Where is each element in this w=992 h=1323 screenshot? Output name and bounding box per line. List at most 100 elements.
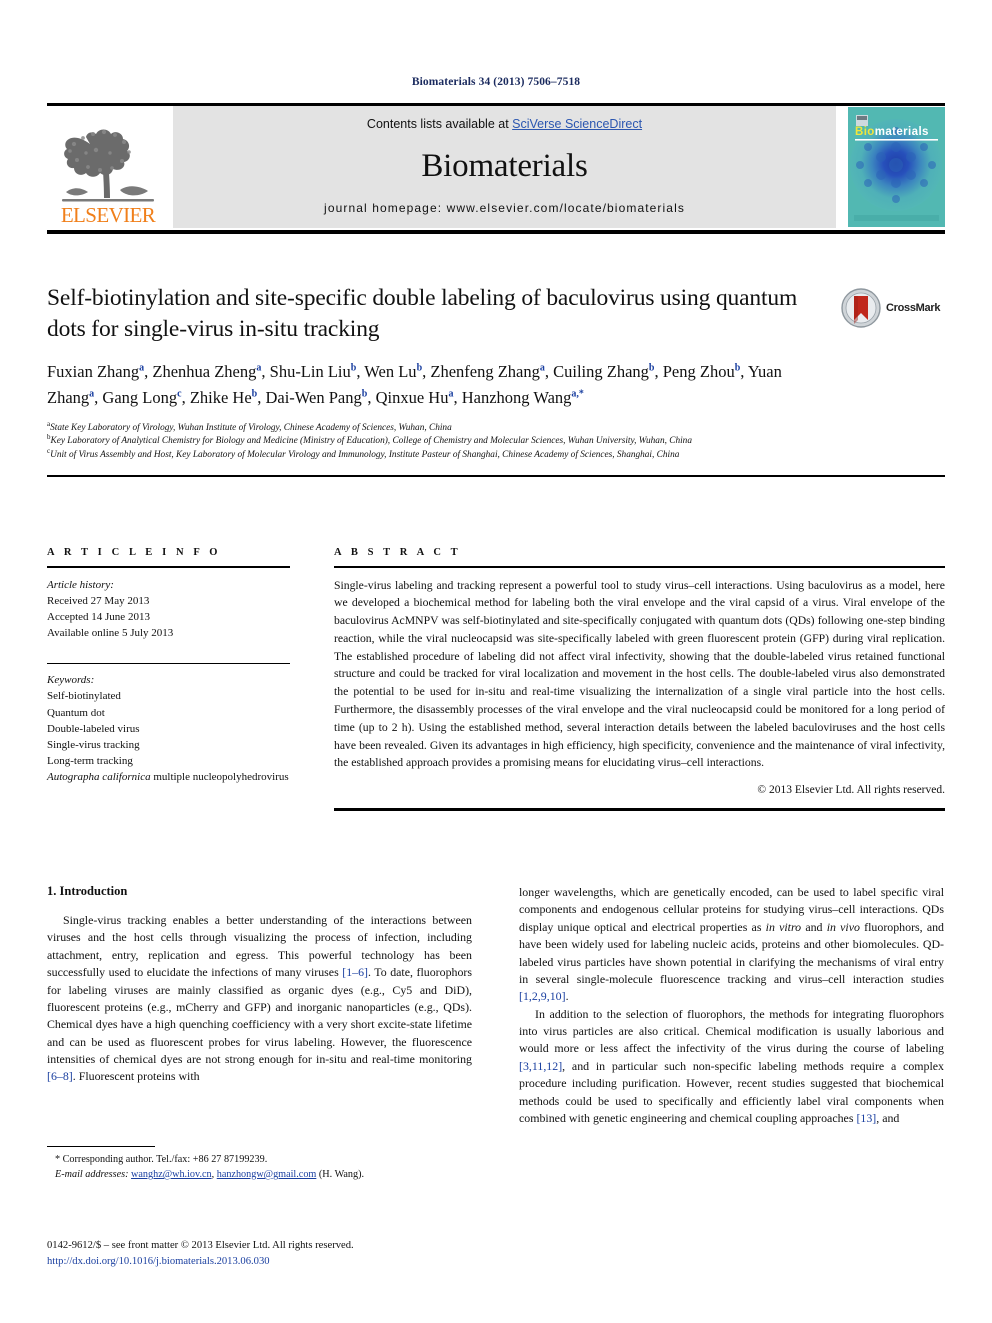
abstract-copyright: © 2013 Elsevier Ltd. All rights reserved… — [757, 784, 945, 797]
history-accepted: Accepted 14 June 2013 — [47, 610, 150, 623]
author-separator: , — [181, 387, 190, 407]
body-column-right: longer wavelengths, which are geneticall… — [519, 884, 944, 1127]
intro-right2-text-a: In addition to the selection of fluoroph… — [519, 1006, 944, 1056]
cover-title-bio: Bio — [855, 126, 875, 138]
author-name: Cuiling Zhang — [553, 361, 649, 381]
keyword-item: Quantum dot — [47, 706, 105, 719]
title-bottom-rule — [47, 474, 945, 478]
citation-ref-3-11-12[interactable]: [3,11,12] — [519, 1059, 562, 1073]
abstract-heading: A B S T R A C T — [334, 547, 462, 558]
author-name: Fuxian Zhang — [47, 361, 140, 381]
affiliation-text: Unit of Virus Assembly and Host, Key Lab… — [50, 450, 680, 460]
journal-masthead: ELSEVIER Contents lists available at Sci… — [47, 103, 945, 234]
email-addresses-label: E-mail addresses: — [55, 1168, 129, 1180]
section-heading-introduction: 1. Introduction — [47, 884, 128, 898]
affiliation-text: State Key Laboratory of Virology, Wuhan … — [50, 422, 452, 433]
abstract-text: Single-virus labeling and tracking repre… — [334, 578, 945, 770]
keyword-item: Long-term tracking — [47, 755, 133, 768]
citation-ref-6-8[interactable]: [6–8] — [47, 1069, 73, 1083]
author-separator: , — [261, 361, 270, 381]
footnote-corresponding-text: Corresponding author. Tel./fax: +86 27 8… — [60, 1154, 268, 1166]
article-history-block: Article history: Received 27 May 2013 Ac… — [47, 577, 290, 642]
keywords-label: Keywords: — [47, 674, 95, 687]
journal-title: Biomaterials — [421, 147, 588, 184]
footnote-rule — [47, 1146, 155, 1148]
citation-ref-1-6[interactable]: [1–6] — [342, 965, 368, 979]
author-separator: , — [453, 387, 462, 407]
intro-italic-in-vivo: in vivo — [826, 919, 860, 934]
article-history-label: Article history: — [47, 578, 114, 591]
intro-left-text-b: . To date, fluorophors for labeling viru… — [47, 965, 472, 1066]
abstract-bottom-rule — [334, 808, 945, 811]
sciencedirect-link[interactable]: SciVerse ScienceDirect — [512, 117, 642, 131]
email-link-secondary[interactable]: hanzhongw@gmail.com — [217, 1169, 317, 1180]
author-name: Zhenfeng Zhang — [430, 361, 540, 381]
intro-right2-text-c: , and — [876, 1110, 900, 1125]
author-name: Gang Long — [102, 387, 178, 407]
author-separator: , — [367, 387, 376, 407]
crossmark-icon — [841, 288, 881, 328]
citation-ref-13[interactable]: [13] — [856, 1111, 876, 1125]
corresponding-author-footnote: * Corresponding author. Tel./fax: +86 27… — [47, 1146, 472, 1183]
footnote-email-line: E-mail addresses: wanghz@wh.iov.cn, hanz… — [47, 1168, 472, 1183]
article-info-heading: A R T I C L E I N F O — [47, 547, 222, 558]
journal-cover-image: Biomaterials — [848, 107, 945, 227]
abstract-rule — [334, 566, 945, 568]
email-link-primary[interactable]: wanghz@wh.iov.cn — [131, 1169, 212, 1180]
masthead-bottom-rule — [47, 230, 945, 234]
author-name: Wen Lu — [364, 361, 417, 381]
footnote-corresponding-line: * Corresponding author. Tel./fax: +86 27… — [47, 1153, 472, 1168]
article-info-rule — [47, 566, 290, 568]
author-separator: , — [544, 361, 554, 381]
keyword-species-rest: multiple nucleopolyhedrovirus — [150, 771, 289, 784]
cover-title-materials: materials — [874, 126, 929, 138]
intro-left-text-c: . Fluorescent proteins with — [72, 1069, 200, 1084]
author-name: Zhike He — [189, 387, 252, 407]
author-list: Fuxian Zhanga, Zhenhua Zhenga, Shu-Lin L… — [47, 359, 837, 411]
keyword-item: Single-virus tracking — [47, 738, 140, 751]
intro-italic-in-vitro: in vitro — [765, 919, 802, 934]
paper-page: Biomaterials 34 (2013) 7506–7518 ELSEVIE… — [0, 0, 992, 1323]
author-name: Peng Zhou — [662, 361, 735, 381]
body-columns: 1. Introduction Single-virus tracking en… — [47, 884, 945, 1180]
intro-paragraph-right-2: In addition to the selection of fluoroph… — [519, 1006, 944, 1128]
author-name: Shu-Lin Liu — [269, 361, 351, 381]
crossmark-label: CrossMark — [886, 302, 941, 314]
citation-ref-1-2-9-10[interactable]: [1,2,9,10] — [519, 989, 566, 1003]
author-separator: , — [740, 361, 748, 381]
abstract-column: A B S T R A C T Single-virus labeling an… — [334, 547, 945, 811]
intro-right-text-d: . — [565, 989, 569, 1004]
keyword-species-italic: Autographa californica — [47, 771, 151, 784]
affiliation-item: cUnit of Virus Assembly and Host, Key La… — [47, 447, 907, 463]
info-abstract-region: A R T I C L E I N F O Article history: R… — [47, 547, 945, 811]
contents-available-line: Contents lists available at SciVerse Sci… — [367, 117, 642, 131]
keyword-item-species: Autographa californica multiple nucleopo… — [47, 769, 290, 785]
history-available-online: Available online 5 July 2013 — [47, 626, 174, 639]
author-name: Zhenhua Zheng — [152, 361, 257, 381]
page-title: Self-biotinylation and site-specific dou… — [47, 285, 798, 342]
issn-copyright-line: 0142-9612/$ – see front matter © 2013 El… — [47, 1240, 354, 1251]
affiliation-text: Key Laboratory of Analytical Chemistry f… — [50, 436, 692, 447]
history-received: Received 27 May 2013 — [47, 594, 150, 607]
intro-paragraph-left: Single-virus tracking enables a better u… — [47, 912, 472, 1086]
keywords-block: Keywords: Self-biotinylated Quantum dot … — [47, 672, 290, 785]
author-affiliation-marker: a,* — [571, 388, 584, 400]
masthead-right: Biomaterials — [842, 106, 945, 228]
article-info-column: A R T I C L E I N F O Article history: R… — [47, 547, 290, 811]
intro-right-text-b: and — [801, 919, 827, 934]
keyword-item: Self-biotinylated — [47, 690, 121, 703]
journal-homepage-line[interactable]: journal homepage: www.elsevier.com/locat… — [324, 201, 685, 215]
author-name: Dai-Wen Pang — [265, 387, 362, 407]
running-head: Biomaterials 34 (2013) 7506–7518 — [411, 76, 581, 88]
author-separator: , — [654, 361, 663, 381]
imprint-block: 0142-9612/$ – see front matter © 2013 El… — [47, 1238, 567, 1270]
doi-link[interactable]: http://dx.doi.org/10.1016/j.biomaterials… — [47, 1254, 567, 1270]
author-name: Hanzhong Wang — [461, 387, 572, 407]
crossmark-badge-group[interactable]: CrossMark — [841, 287, 945, 329]
author-name: Qinxue Hu — [375, 387, 449, 407]
affiliation-item: aState Key Laboratory of Virology, Wuhan… — [47, 420, 907, 436]
elsevier-wordmark: ELSEVIER — [60, 203, 156, 227]
keywords-rule — [47, 663, 290, 665]
affiliation-item: bKey Laboratory of Analytical Chemistry … — [47, 434, 907, 449]
